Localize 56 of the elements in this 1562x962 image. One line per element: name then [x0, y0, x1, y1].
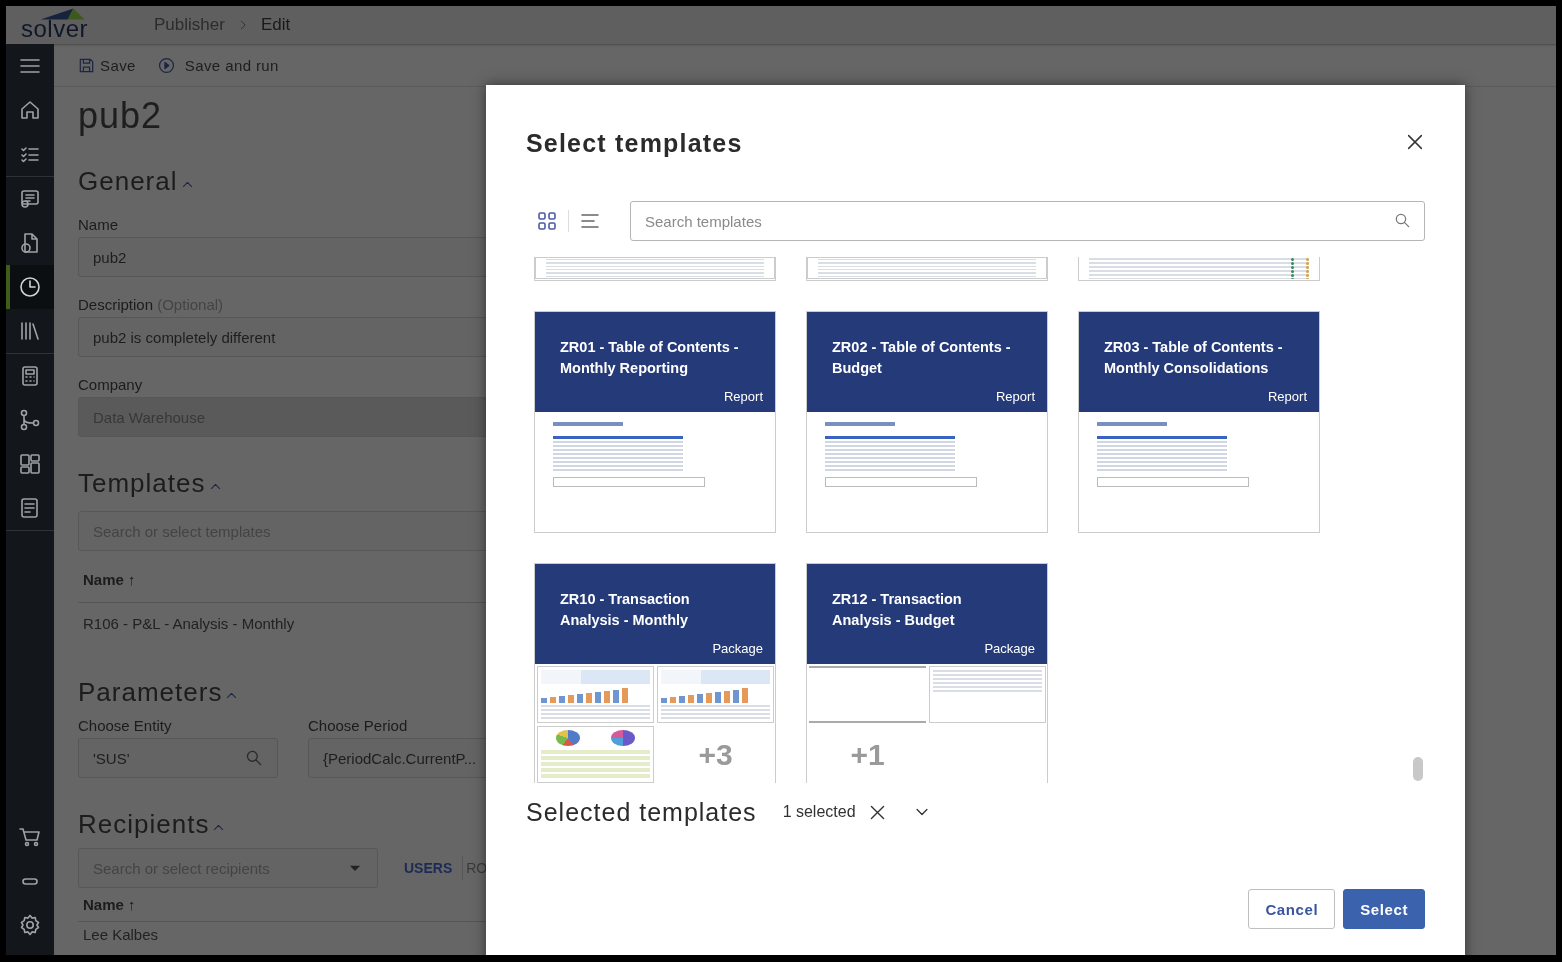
template-type: Package — [711, 641, 763, 656]
calculator-icon[interactable] — [19, 365, 41, 387]
template-type: Report — [994, 389, 1035, 404]
list-icon[interactable] — [19, 497, 41, 519]
field-label: Company — [78, 375, 143, 395]
play-icon — [157, 56, 175, 74]
save-and-run-button[interactable]: Save and run — [153, 54, 283, 76]
select-button[interactable]: Select — [1343, 889, 1425, 929]
dialog-title: Select templates — [526, 128, 743, 158]
template-type: Report — [722, 389, 763, 404]
selected-count: 1 selected — [782, 803, 856, 821]
active-indicator — [6, 265, 10, 309]
template-card[interactable]: ZR01 - Table of Contents - Monthly Reporting Report — [534, 311, 776, 533]
template-title: ZR03 - Table of Contents - Monthly Consolidations — [1104, 338, 1284, 378]
table-cell-text: R106 - P&L - Analysis - Monthly — [82, 614, 296, 632]
clock-icon[interactable] — [19, 276, 41, 298]
template-card[interactable]: ZR02 - Table of Contents - Budget Report — [806, 311, 1048, 533]
template-type: Package — [983, 641, 1035, 656]
cancel-button[interactable]: Cancel — [1248, 889, 1336, 929]
page-title: pub2 — [78, 95, 163, 138]
template-card[interactable]: ZR10 - Transaction Analysis - Monthly Package +3 — [534, 563, 776, 783]
settings-icon[interactable] — [19, 914, 41, 936]
search-icon — [245, 749, 263, 767]
field-label: Choose Period — [308, 716, 408, 736]
template-type: Report — [1266, 389, 1307, 404]
table-cell-text: Lee Kalbes — [82, 925, 160, 943]
report-icon[interactable] — [19, 188, 41, 210]
save-button[interactable]: Save — [74, 54, 140, 76]
save-icon — [78, 56, 95, 74]
close-icon — [1405, 132, 1425, 152]
template-title: ZR02 - Table of Contents - Budget — [832, 338, 1012, 378]
search-field[interactable]: Search templates — [630, 201, 1425, 241]
document-icon[interactable] — [19, 232, 41, 254]
scrollbar-thumb[interactable] — [1413, 757, 1423, 781]
books-icon[interactable] — [19, 320, 41, 342]
section-heading: Selected templates — [526, 797, 757, 827]
entity-field[interactable]: 'SUS' — [78, 738, 278, 778]
tab[interactable]: USERS — [404, 856, 464, 880]
more-count: +1 — [849, 736, 886, 773]
field-label: Name — [78, 215, 118, 235]
template-card[interactable]: ZR12 - Transaction Analysis - Budget Package +1 — [806, 563, 1048, 783]
cart-icon[interactable] — [19, 826, 41, 848]
section-heading: Recipients — [78, 808, 210, 840]
more-count: +3 — [697, 736, 734, 773]
template-card[interactable]: ZR03 - Table of Contents - Monthly Consolidations Report — [1078, 311, 1320, 533]
breadcrumb-current: Edit — [260, 15, 291, 35]
dashboard-icon[interactable] — [19, 453, 41, 475]
solver-logo: solver — [6, 6, 124, 44]
home-icon[interactable] — [19, 99, 41, 121]
field-label: Choose Entity — [78, 716, 172, 736]
branch-icon[interactable] — [19, 409, 41, 431]
search-icon — [1394, 212, 1411, 229]
template-title: ZR12 - Transaction Analysis - Budget — [832, 590, 963, 630]
section-heading: General — [78, 165, 178, 197]
section-heading: Parameters — [78, 676, 223, 708]
section-heading: Templates — [78, 467, 206, 499]
